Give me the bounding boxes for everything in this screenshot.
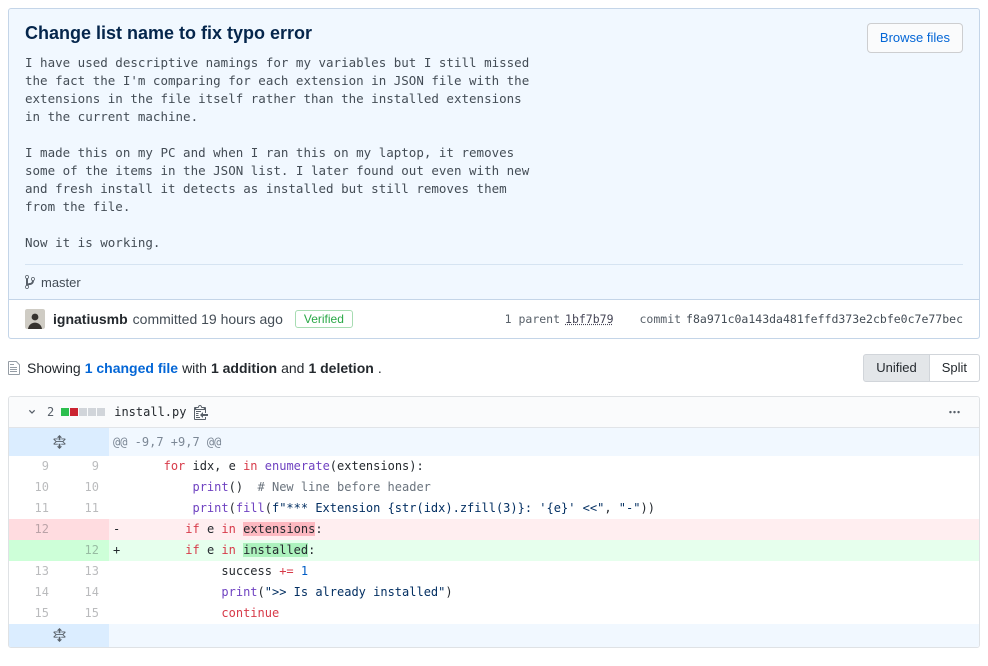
new-line-number[interactable] [59, 519, 109, 540]
commit-box: Change list name to fix typo error I hav… [8, 8, 980, 339]
commit-time: committed 19 hours ago [133, 311, 283, 327]
git-branch-icon [25, 274, 35, 290]
file-header: 2 install.py [9, 397, 979, 428]
old-line-number[interactable]: 14 [9, 582, 59, 603]
new-line-number[interactable]: 15 [59, 603, 109, 624]
parent-sha-link[interactable]: 1bf7b79 [565, 312, 613, 326]
page-title: Change list name to fix typo error [25, 23, 529, 44]
parent-info: 1 parent 1bf7b79 [505, 312, 614, 326]
new-line-number[interactable]: 11 [59, 498, 109, 519]
file-name: install.py [114, 405, 186, 419]
and-text: and [281, 360, 304, 376]
avatar[interactable] [25, 309, 45, 329]
old-line-number[interactable]: 15 [9, 603, 59, 624]
commit-label: commit [640, 312, 682, 326]
old-line-number[interactable]: 12 [9, 519, 59, 540]
copy-path-icon[interactable] [194, 404, 208, 420]
code-line: for idx, e in enumerate(extensions): [109, 456, 979, 477]
neutral-block [88, 408, 96, 416]
branch-label[interactable]: master [41, 275, 81, 290]
diff-row-context: 1111 print(fill(f"*** Extension {str(idx… [9, 498, 979, 519]
expand-hunk-button[interactable] [9, 428, 109, 456]
code-line: continue [109, 603, 979, 624]
old-line-number[interactable]: 9 [9, 456, 59, 477]
added-block [61, 408, 69, 416]
new-line-number[interactable]: 10 [59, 477, 109, 498]
neutral-block [97, 408, 105, 416]
neutral-block [79, 408, 87, 416]
old-line-number[interactable] [9, 540, 59, 561]
unfold-icon [53, 435, 66, 449]
commit-description: I have used descriptive namings for my v… [25, 54, 529, 252]
file-diff-icon [8, 360, 20, 376]
diff-row-context: 1313 success += 1 [9, 561, 979, 582]
diff-row-context: 1515 continue [9, 603, 979, 624]
new-line-number[interactable]: 12 [59, 540, 109, 561]
branch-row: master [25, 264, 963, 299]
new-line-number[interactable]: 14 [59, 582, 109, 603]
diff-row-del: 12 - if e in extensions: [9, 519, 979, 540]
diff-table: @@ -9,7 +9,7 @@99 for idx, e in enumerat… [9, 428, 979, 647]
unified-button[interactable]: Unified [863, 354, 929, 382]
hunk-header-text: @@ -9,7 +9,7 @@ [109, 428, 979, 456]
old-line-number[interactable]: 10 [9, 477, 59, 498]
diff-row-add: 12+ if e in installed: [9, 540, 979, 561]
diff-row-context: 99 for idx, e in enumerate(extensions): [9, 456, 979, 477]
browse-files-button[interactable]: Browse files [867, 23, 963, 53]
old-line-number[interactable]: 13 [9, 561, 59, 582]
commit-sha-info: commit f8a971c0a143da481feffd373e2cbfe0c7… [640, 312, 964, 326]
deletion-count: 1 deletion [308, 360, 373, 376]
chevron-down-icon[interactable] [27, 407, 37, 417]
diff-row-context: 1010 print() # New line before header [9, 477, 979, 498]
diff-row-hunk: @@ -9,7 +9,7 @@ [9, 428, 979, 456]
diff-table-body: @@ -9,7 +9,7 @@99 for idx, e in enumerat… [9, 428, 979, 647]
changed-file-link[interactable]: 1 changed file [85, 360, 178, 376]
code-line: print() # New line before header [109, 477, 979, 498]
code-line: print(fill(f"*** Extension {str(idx).zfi… [109, 498, 979, 519]
code-line: print(">> Is already installed") [109, 582, 979, 603]
code-line: success += 1 [109, 561, 979, 582]
diffstat-blocks [61, 408, 105, 416]
code-line: + if e in installed: [109, 540, 979, 561]
parent-label: 1 parent [505, 312, 560, 326]
deleted-block [70, 408, 78, 416]
commit-sha: f8a971c0a143da481feffd373e2cbfe0c7e77bec [686, 312, 963, 326]
kebab-menu-icon[interactable] [948, 406, 961, 419]
new-line-number[interactable]: 13 [59, 561, 109, 582]
diff-file-box: 2 install.py @@ -9,7 +9,7 @@99 for idx, … [8, 396, 980, 648]
old-line-number[interactable]: 11 [9, 498, 59, 519]
commit-author[interactable]: ignatiusmb [53, 311, 128, 327]
with-text: with [182, 360, 207, 376]
verified-badge[interactable]: Verified [295, 310, 353, 328]
code-line: - if e in extensions: [109, 519, 979, 540]
changes-count: 2 [47, 405, 54, 419]
expand-hunk-button[interactable] [9, 624, 109, 647]
diff-stats-row: Showing 1 changed file with 1 addition a… [8, 354, 980, 382]
commit-meta-row: ignatiusmb committed 19 hours ago Verifi… [9, 299, 979, 338]
diff-row-expand [9, 624, 979, 647]
expand-row [109, 624, 979, 647]
diff-row-context: 1414 print(">> Is already installed") [9, 582, 979, 603]
diff-view-toggle: Unified Split [863, 354, 980, 382]
split-button[interactable]: Split [930, 354, 980, 382]
new-line-number[interactable]: 9 [59, 456, 109, 477]
unfold-icon [53, 628, 66, 642]
showing-text: Showing [27, 360, 81, 376]
period-text: . [378, 360, 382, 376]
addition-count: 1 addition [211, 360, 277, 376]
